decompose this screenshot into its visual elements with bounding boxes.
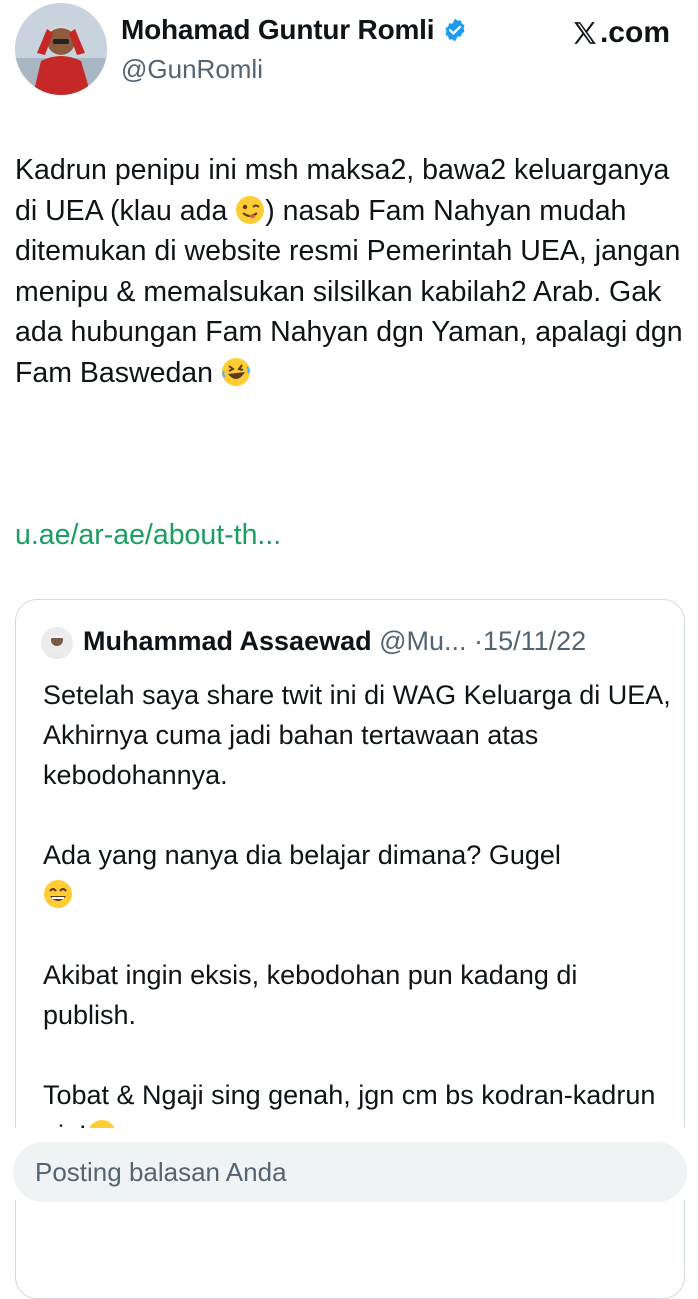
reply-input[interactable]: Posting balasan Anda	[13, 1142, 687, 1202]
quote-paragraph-3: Akibat ingin eksis, kebodohan pun kadang…	[43, 960, 578, 1030]
grinning-face-with-smiling-eyes-icon	[43, 879, 73, 909]
author-avatar[interactable]	[15, 3, 107, 95]
x-logo-icon	[572, 20, 598, 46]
tweet-text: Kadrun penipu ini msh maksa2, bawa2 kelu…	[15, 150, 685, 394]
brand-label: .com	[599, 16, 670, 49]
quote-author-name[interactable]: Muhammad Assaewad	[83, 626, 372, 656]
quote-separator: ·	[474, 626, 484, 656]
author-name-row[interactable]: Mohamad Guntur Romli	[121, 14, 468, 46]
quote-author-handle[interactable]: @Mu...	[379, 626, 466, 656]
x-brand: .com	[572, 16, 670, 50]
quote-paragraph-1: Setelah saya share twit ini di WAG Kelua…	[43, 680, 671, 790]
rolling-on-the-floor-laughing-icon	[221, 357, 251, 387]
quote-date: 15/11/22	[483, 626, 587, 656]
tweet-link[interactable]: u.ae/ar-ae/about-th...	[15, 519, 281, 552]
quote-header: Muhammad Assaewad @Mu... ·15/11/22	[83, 626, 586, 657]
winking-face-with-tongue-icon	[235, 195, 265, 225]
author-handle[interactable]: @GunRomli	[121, 54, 263, 85]
quote-text: Setelah saya share twit ini di WAG Kelua…	[43, 675, 673, 1155]
verified-badge-icon	[442, 17, 468, 43]
quote-author-avatar	[41, 627, 73, 659]
quote-paragraph-2: Ada yang nanya dia belajar dimana? Gugel	[43, 840, 561, 870]
author-name[interactable]: Mohamad Guntur Romli	[121, 14, 435, 46]
reply-bar: Posting balasan Anda	[0, 1128, 698, 1202]
tweet-header: Mohamad Guntur Romli @GunRomli .com	[0, 0, 698, 110]
